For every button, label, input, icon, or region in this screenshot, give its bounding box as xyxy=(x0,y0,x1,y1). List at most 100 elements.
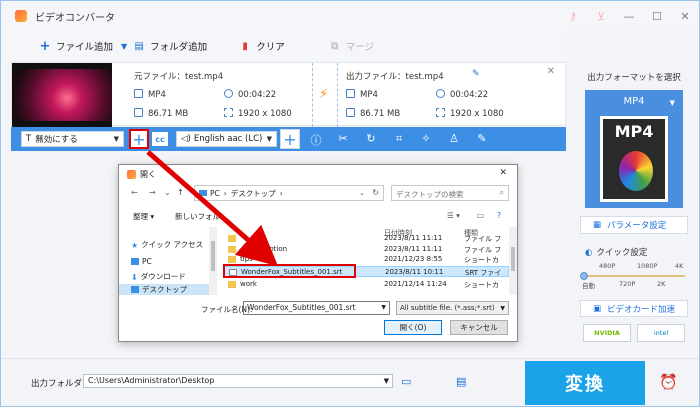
file-type: ファイル フ xyxy=(464,235,502,243)
new-folder-button[interactable]: 新しいフォルダー xyxy=(175,211,221,222)
dialog-command-bar: 整理 ▾ 新しいフォルダー ☰ ▾ ▭ ? xyxy=(119,209,517,225)
refresh-icon[interactable]: ↻ xyxy=(372,188,379,197)
rotate-icon[interactable]: ↻ xyxy=(364,132,378,145)
view-options-icon[interactable]: ☰ ▾ xyxy=(447,211,460,220)
tree-item-desktop[interactable]: デスクトップ xyxy=(119,284,211,295)
dialog-close-icon[interactable]: ✕ xyxy=(499,168,507,178)
open-button[interactable]: 開く(O) xyxy=(384,320,442,335)
clear-label: クリア xyxy=(256,42,285,53)
convert-button[interactable]: 変換 xyxy=(525,361,645,405)
nvidia-badge[interactable]: NVIDIA xyxy=(583,324,631,342)
quality-slider-handle[interactable] xyxy=(580,272,588,280)
file-type-filter[interactable]: All subtitle file. (*.ass;*.srt) ▼ xyxy=(396,301,509,315)
file-date: 2021/12/14 11:24 xyxy=(384,280,447,288)
quality-slider[interactable] xyxy=(580,272,685,280)
parameter-settings-button[interactable]: ▦ パラメータ設定 xyxy=(580,216,688,234)
source-size: 86.71 MB xyxy=(134,108,188,119)
add-file-dropdown-icon[interactable]: ▼ xyxy=(121,42,127,51)
audio-track-select[interactable]: ◁) English aac (LC) ▼ xyxy=(176,131,277,147)
output-format: MP4 xyxy=(346,89,378,100)
output-duration: 00:04:22 xyxy=(436,89,488,100)
file-list-scrollbar[interactable] xyxy=(509,227,517,295)
add-audio-button[interactable]: + xyxy=(280,129,300,149)
rename-pen-icon[interactable]: ✎ xyxy=(472,69,480,79)
tree-label: PC xyxy=(142,257,152,266)
open-folder-icon[interactable]: ▤ xyxy=(456,375,466,388)
crop-icon[interactable]: ⌗ xyxy=(392,132,406,146)
add-file-label: ファイル追加 xyxy=(56,42,114,53)
close-icon[interactable]: ✕ xyxy=(671,10,699,23)
cart-icon[interactable]: ⊻ xyxy=(587,10,615,23)
filename-value: WonderFox_Subtitles_001.srt xyxy=(247,303,356,312)
add-subtitle-button[interactable]: + xyxy=(129,129,149,149)
minimize-icon[interactable]: — xyxy=(615,10,643,23)
watermark-icon[interactable]: ♙ xyxy=(447,132,461,145)
output-resolution: 1920 x 1080 xyxy=(436,108,504,119)
chevron-down-icon: ▼ xyxy=(500,305,505,312)
output-duration-value: 00:04:22 xyxy=(450,90,489,100)
quality-label-4k: 4K xyxy=(675,262,684,270)
list-item[interactable]: 2023/8/11 11:11 ファイル フ xyxy=(224,233,509,244)
alarm-clock-icon[interactable]: ⏰ xyxy=(659,373,678,391)
back-arrow-icon[interactable]: ← xyxy=(131,188,138,197)
organize-button[interactable]: 整理 ▾ xyxy=(133,211,154,222)
address-folder[interactable]: デスクトップ xyxy=(231,188,276,199)
chevron-down-icon[interactable]: ▼ xyxy=(384,377,389,385)
tree-item-pc[interactable]: PC xyxy=(131,257,152,266)
intel-badge[interactable]: intel xyxy=(637,324,685,342)
source-file-label: 元ファイル：test.mp4 xyxy=(134,72,224,82)
output-folder-input[interactable]: C:\Users\Administrator\Desktop ▼ xyxy=(83,374,393,388)
dialog-nav: ← → ⌄ ↑ PC › デスクトップ › ⌄ ↻ デスクトップの検索 ⌕ xyxy=(119,185,517,203)
preview-pane-icon[interactable]: ▭ xyxy=(477,211,484,220)
subtitle-cc-icon[interactable]: cc xyxy=(152,132,168,146)
subtitle-select-value: 無効にする xyxy=(35,135,78,145)
add-folder-button[interactable]: ▤ フォルダ追加 xyxy=(133,39,207,54)
gpu-acceleration-button[interactable]: ▣ ビデオカード加速 xyxy=(580,300,688,317)
chevron-down-icon[interactable]: ▼ xyxy=(381,304,386,311)
merge-button[interactable]: ⧉ マージ xyxy=(329,39,375,54)
subtitle-select[interactable]: T 無効にする ▼ xyxy=(21,131,124,147)
address-bar[interactable]: PC › デスクトップ › ⌄ ↻ xyxy=(194,185,384,201)
forward-arrow-icon[interactable]: → xyxy=(149,188,156,197)
list-item[interactable]: work 2021/12/14 11:24 ショートカ xyxy=(224,279,509,290)
trash-icon: ▮ xyxy=(242,40,248,52)
tree-item-quick-access[interactable]: ★ クイック アクセス xyxy=(131,239,203,250)
chevron-down-icon: ▼ xyxy=(113,135,119,143)
chevron-down-icon[interactable]: ⌄ xyxy=(359,189,365,197)
source-duration-value: 00:04:22 xyxy=(238,90,277,100)
remove-file-icon[interactable]: ✕ xyxy=(547,66,555,77)
clear-button[interactable]: ▮ クリア xyxy=(239,39,285,54)
quality-label-auto: 自動 xyxy=(582,282,595,290)
tree-item-downloads[interactable]: ⬇ ダウンロード xyxy=(131,271,186,282)
cancel-button[interactable]: キャンセル xyxy=(450,320,508,335)
search-input[interactable]: デスクトップの検索 ⌕ xyxy=(391,185,509,201)
app-title: ビデオコンバータ xyxy=(35,12,115,24)
quick-settings-text: クイック設定 xyxy=(596,248,648,258)
video-thumbnail[interactable] xyxy=(12,63,112,127)
help-icon[interactable]: ? xyxy=(497,211,501,220)
effects-icon[interactable]: ✧ xyxy=(419,132,433,145)
address-pc[interactable]: PC xyxy=(210,189,220,198)
scissors-icon[interactable]: ✂ xyxy=(336,132,350,145)
output-size: 86.71 MB xyxy=(346,108,400,119)
format-selector[interactable]: MP4 ▼ MP4 xyxy=(585,90,683,208)
plus-icon: + xyxy=(39,38,51,54)
key-icon[interactable]: ⚷ xyxy=(559,10,587,23)
filename-input[interactable]: WonderFox_Subtitles_001.srt ▼ xyxy=(243,301,390,315)
edit-icon[interactable]: ✎ xyxy=(475,132,489,145)
search-icon: ⌕ xyxy=(499,188,504,197)
quality-label-480p: 480P xyxy=(599,262,616,270)
info-icon[interactable]: ⓘ xyxy=(309,132,323,148)
merge-label: マージ xyxy=(345,42,375,53)
quality-slider-track xyxy=(583,275,685,277)
chevron-down-icon[interactable]: ⌄ xyxy=(164,188,171,197)
tree-scrollbar[interactable] xyxy=(209,227,217,295)
folder-shortcut-icon xyxy=(228,256,236,263)
folder-add-icon: ▤ xyxy=(134,40,144,52)
format-icon xyxy=(134,89,143,98)
add-file-button[interactable]: + ファイル追加 ▼ xyxy=(39,38,128,54)
up-arrow-icon[interactable]: ↑ xyxy=(177,188,184,197)
maximize-icon[interactable]: ☐ xyxy=(643,10,671,23)
browse-folder-icon[interactable]: ▭ xyxy=(401,375,411,388)
file-item[interactable]: 元ファイル：test.mp4 MP4 00:04:22 86.71 MB 192… xyxy=(11,62,566,127)
